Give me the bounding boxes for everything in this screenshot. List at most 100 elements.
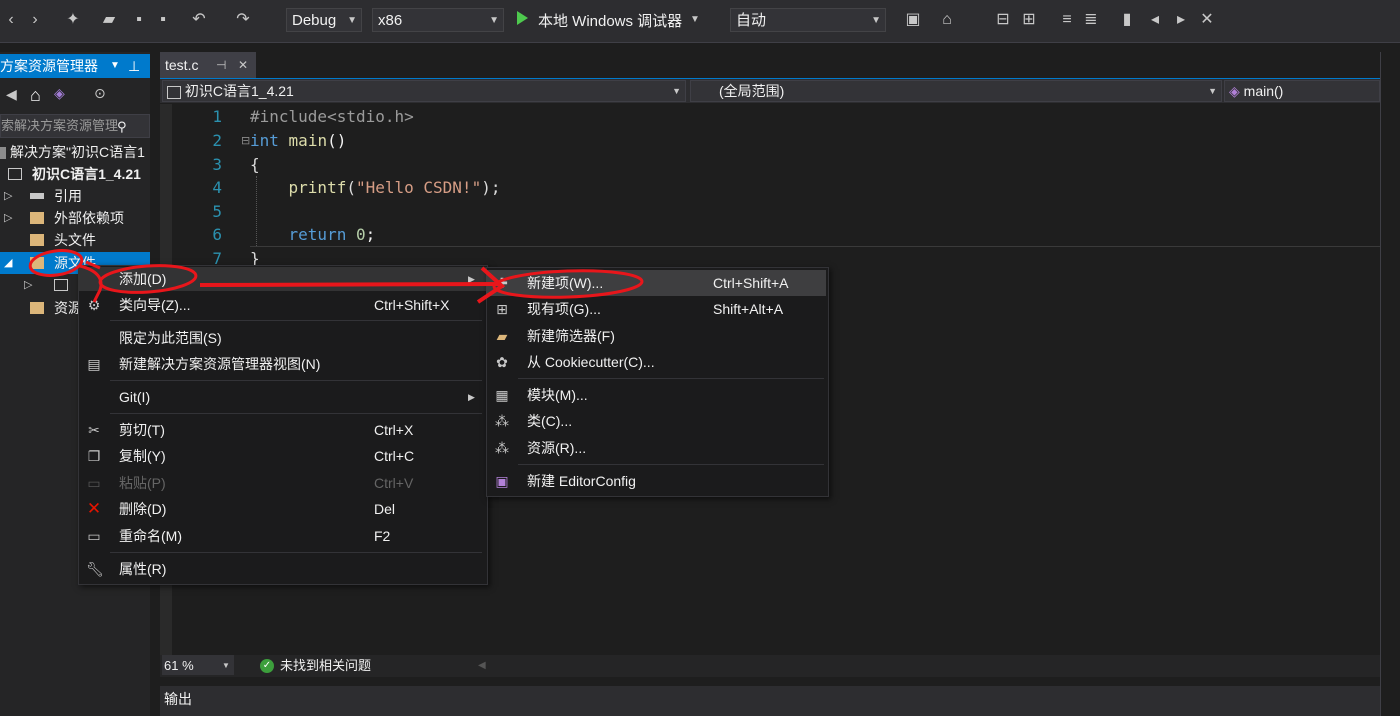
tree-item-label: 引用 <box>54 188 82 204</box>
member-nav-dropdown[interactable]: ◈ main() <box>1224 80 1380 102</box>
forward-icon[interactable]: › <box>26 11 44 29</box>
menu-separator <box>110 320 482 321</box>
menu-separator <box>110 380 482 381</box>
submenu-item-existing-item[interactable]: ⊞ 现有项(G)... Shift+Alt+A <box>486 296 826 322</box>
menu-item-shortcut: F2 <box>374 528 391 544</box>
paste-icon: ▭ <box>87 475 101 491</box>
menu-item-new-view[interactable]: ▤ 新建解决方案资源管理器视图(N) <box>78 351 486 377</box>
step-icon[interactable]: ⊟ <box>994 11 1012 29</box>
redo-icon[interactable]: ↷ <box>234 11 252 29</box>
tab-label: test.c <box>165 57 199 73</box>
existing-item-icon: ⊞ <box>496 301 508 317</box>
pin-icon[interactable]: ⊥ <box>128 54 140 78</box>
switch-view-icon[interactable]: ◈ <box>54 85 65 102</box>
tab-test-c[interactable]: test.c ⊣ ✕ <box>160 52 256 78</box>
bookmark-icon[interactable]: ▮ <box>1118 11 1136 29</box>
solution-icon <box>0 147 6 159</box>
menu-item-git[interactable]: Git(I) ▶ <box>78 384 486 410</box>
tree-item-label: 解决方案"初识C语言1 <box>10 144 145 160</box>
expand-arrow-icon[interactable]: ▷ <box>24 274 32 296</box>
history-icon[interactable]: ⊙ <box>94 85 106 102</box>
zoom-dropdown[interactable]: 61 % ▼ <box>162 655 234 675</box>
line-number: 2 <box>212 131 222 150</box>
menu-item-delete[interactable]: ✕ 删除(D) Del <box>78 496 486 522</box>
run-mode-dropdown[interactable]: 自动 ▼ <box>730 8 886 32</box>
collapse-arrow-icon[interactable]: ◢ <box>4 252 12 274</box>
pin-icon[interactable]: ⊣ <box>216 52 226 78</box>
menu-item-scope[interactable]: 限定为此范围(S) <box>78 325 486 351</box>
editor-status-row: 61 % ▼ ✓ 未找到相关问题 ◀ <box>160 655 1380 677</box>
submenu-item-module[interactable]: ▦ 模块(M)... <box>486 382 826 408</box>
submenu-arrow-icon: ▶ <box>468 392 475 402</box>
menu-item-label: 新建项(W)... <box>527 275 604 291</box>
panel-title: 方案资源管理器 <box>0 58 98 74</box>
line-number: 3 <box>212 155 222 174</box>
scroll-left-icon[interactable]: ◀ <box>478 655 486 677</box>
close-icon[interactable]: ✕ <box>238 52 248 78</box>
cookiecutter-icon: ✿ <box>496 354 508 370</box>
expand-arrow-icon[interactable]: ▷ <box>4 185 12 207</box>
wrench-icon: 🔧︎ <box>86 561 104 577</box>
menu-item-add[interactable]: 添加(D) ▶ <box>78 266 486 292</box>
clear-bookmarks-icon[interactable]: ✕ <box>1198 11 1216 29</box>
tree-item-label: 头文件 <box>54 232 96 248</box>
save-icon[interactable]: ▪ <box>130 11 148 29</box>
c-file-icon <box>54 279 68 291</box>
output-panel-tab[interactable]: 输出 <box>160 686 1380 716</box>
chevron-down-icon: ▼ <box>347 15 357 26</box>
platform-dropdown[interactable]: x86 ▼ <box>372 8 504 32</box>
new-item-icon: ✚ <box>496 275 508 291</box>
step-over-icon[interactable]: ⊞ <box>1020 11 1038 29</box>
solution-explorer-title-bar: 方案资源管理器 ▼ ⊥ <box>0 54 150 78</box>
menu-separator <box>110 413 482 414</box>
editorconfig-icon: ▣ <box>495 473 509 489</box>
home-icon[interactable]: ⌂ <box>938 11 956 29</box>
scope-nav-dropdown[interactable]: (全局范围) ▼ <box>690 80 1222 102</box>
search-icon[interactable]: ⚲ <box>117 116 127 138</box>
menu-item-label: 粘贴(P) <box>119 475 166 491</box>
code-line: #include<stdio.h> <box>250 107 414 126</box>
fold-collapse-icon[interactable]: ⊟ <box>241 134 250 147</box>
home-icon[interactable]: ⌂ <box>30 85 41 106</box>
menu-item-class-wizard[interactable]: ⚙ 类向导(Z)... Ctrl+Shift+X <box>78 292 486 318</box>
menu-separator <box>110 552 482 553</box>
menu-item-cut[interactable]: ✂ 剪切(T) Ctrl+X <box>78 417 486 443</box>
new-project-icon[interactable]: ✦ <box>64 11 82 29</box>
undo-icon[interactable]: ↶ <box>190 11 208 29</box>
indent-icon[interactable]: ≡ <box>1058 11 1076 29</box>
back-icon[interactable]: ‹ <box>2 11 20 29</box>
comment-icon[interactable]: ≣ <box>1082 11 1100 29</box>
open-folder-icon[interactable]: ▰ <box>100 11 118 29</box>
save-all-icon[interactable]: ▪ <box>154 11 172 29</box>
menu-item-copy[interactable]: ❐ 复制(Y) Ctrl+C <box>78 443 486 469</box>
chevron-down-icon[interactable]: ▼ <box>110 54 120 78</box>
next-bookmark-icon[interactable]: ▸ <box>1172 11 1190 29</box>
delete-icon: ✕ <box>86 499 102 518</box>
submenu-item-editorconfig[interactable]: ▣ 新建 EditorConfig <box>486 468 826 494</box>
line-number: 1 <box>212 107 222 126</box>
solution-explorer-search[interactable]: 索解决方案资源管理 ⚲ <box>0 114 150 138</box>
back-icon[interactable]: ◀ <box>6 86 17 103</box>
submenu-item-class[interactable]: ⁂ 类(C)... <box>486 408 826 434</box>
prev-bookmark-icon[interactable]: ◂ <box>1146 11 1164 29</box>
submenu-item-new-filter[interactable]: ▰ 新建筛选器(F) <box>486 323 826 349</box>
browse-folder-icon[interactable]: ▣ <box>904 11 922 29</box>
expand-arrow-icon[interactable]: ▷ <box>4 207 12 229</box>
submenu-item-new-item[interactable]: ✚ 新建项(W)... Ctrl+Shift+A <box>486 270 826 296</box>
submenu-item-cookiecutter[interactable]: ✿ 从 Cookiecutter(C)... <box>486 349 826 375</box>
menu-item-shortcut: Ctrl+V <box>374 475 414 491</box>
menu-item-rename[interactable]: ▭ 重命名(M) F2 <box>78 523 486 549</box>
configuration-dropdown[interactable]: Debug ▼ <box>286 8 362 32</box>
play-icon[interactable] <box>517 11 528 25</box>
menu-item-label: 类(C)... <box>527 413 573 429</box>
vertical-scrollbar[interactable] <box>1380 52 1400 716</box>
menu-item-paste: ▭ 粘贴(P) Ctrl+V <box>78 470 486 496</box>
menu-item-shortcut: Shift+Alt+A <box>713 301 784 317</box>
chevron-down-icon[interactable]: ▼ <box>686 11 704 29</box>
document-tab-strip <box>160 52 1400 80</box>
start-debugger-button[interactable]: 本地 Windows 调试器 <box>538 10 682 31</box>
menu-item-properties[interactable]: 🔧︎ 属性(R) <box>78 556 486 582</box>
submenu-item-resource[interactable]: ⁂ 资源(R)... <box>486 435 826 461</box>
tree-item-label: 外部依赖项 <box>54 210 124 226</box>
project-nav-dropdown[interactable]: 初识C语言1_4.21 ▼ <box>162 80 686 102</box>
